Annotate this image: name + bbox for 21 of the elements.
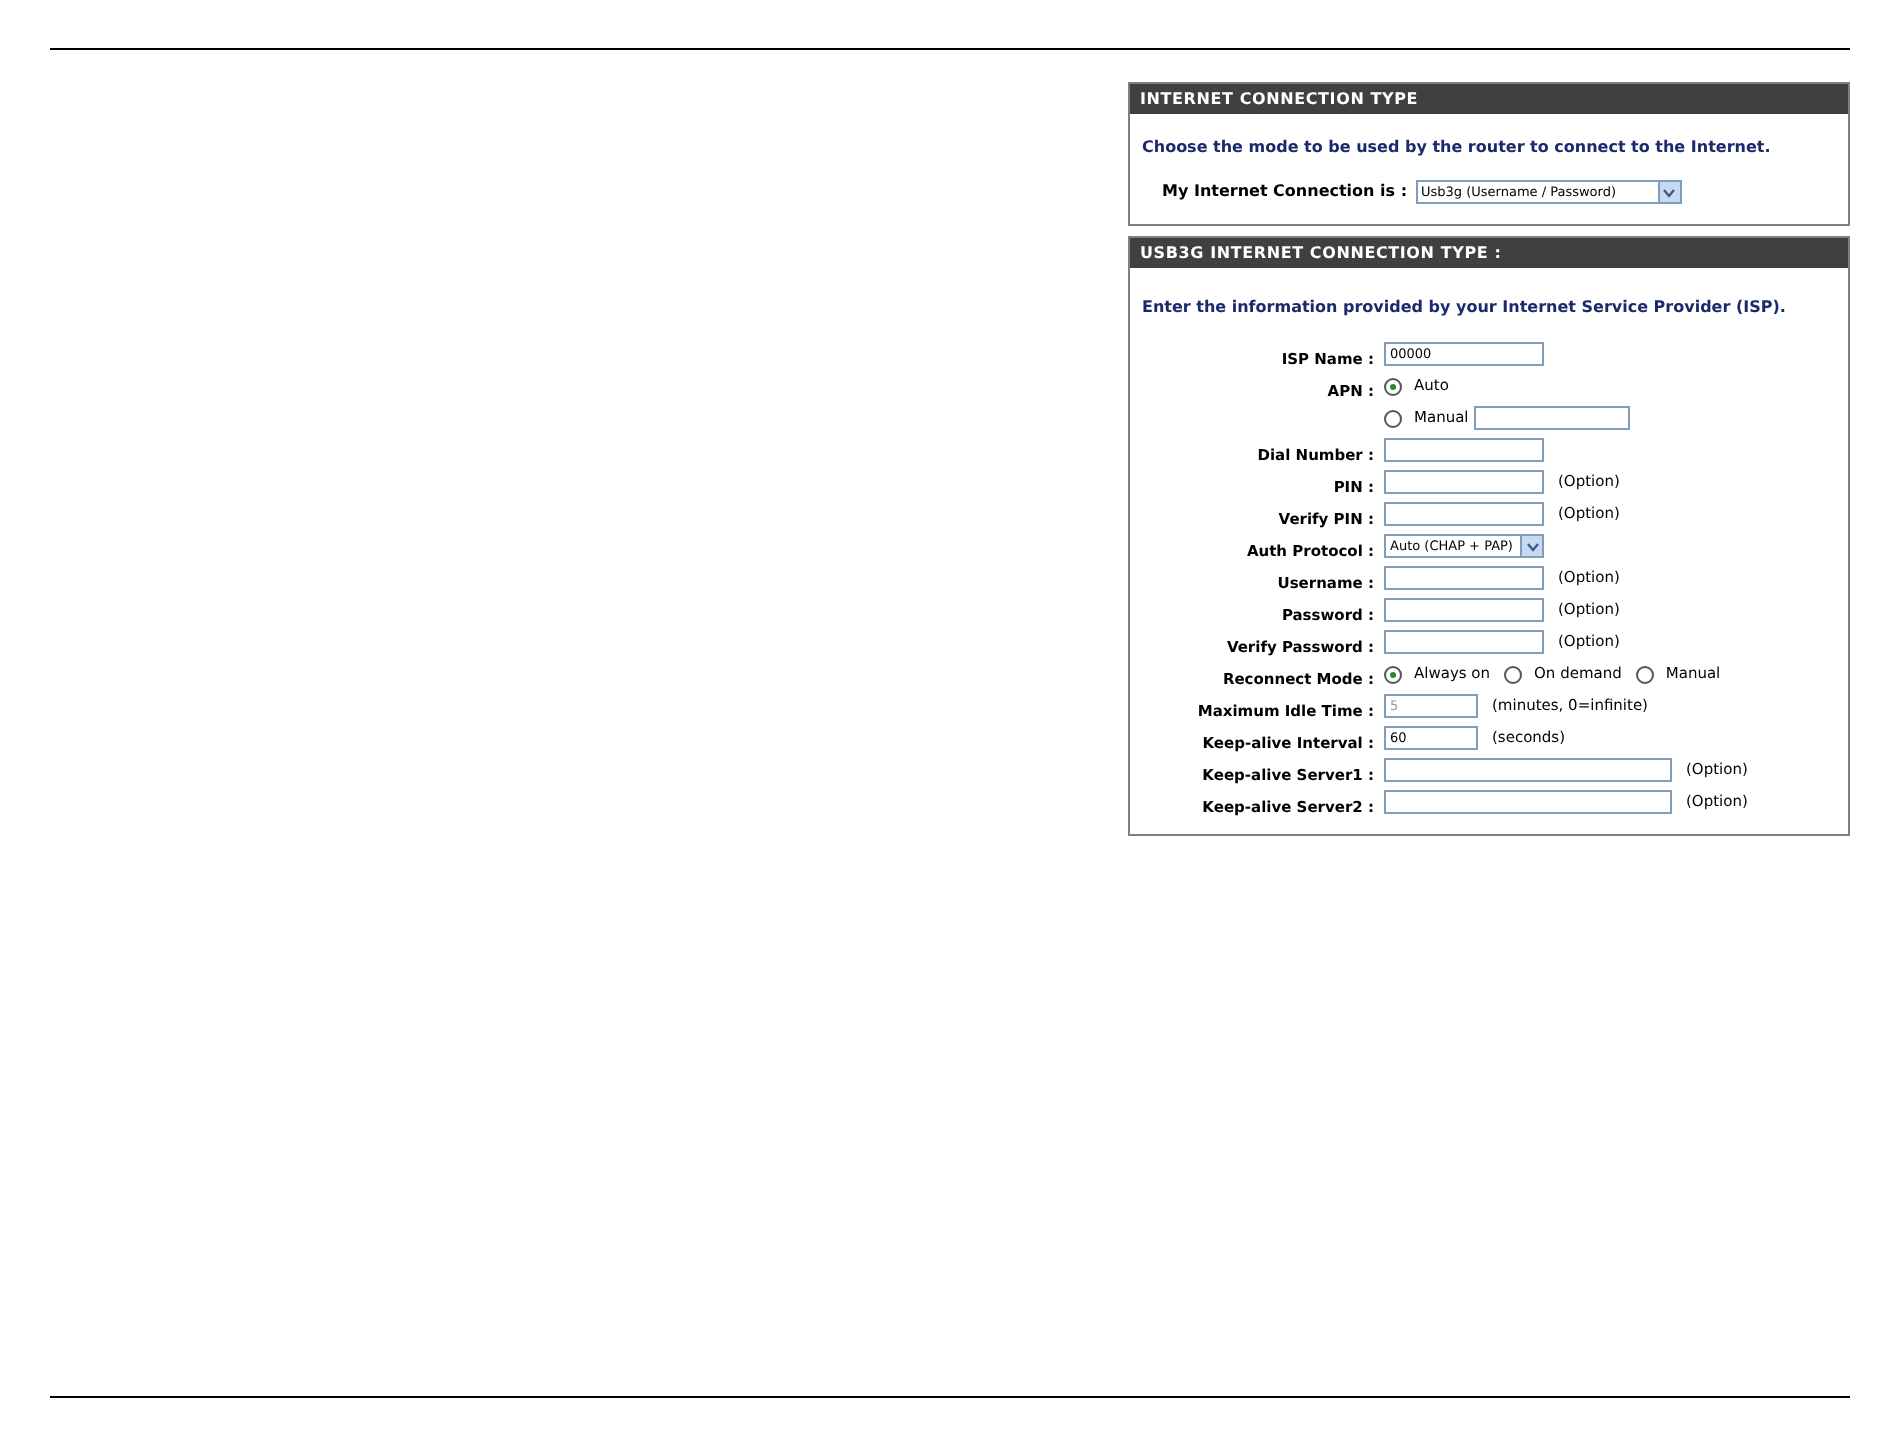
- radio-button[interactable]: [1384, 377, 1402, 395]
- dropdown-arrow-icon[interactable]: [1657, 182, 1680, 202]
- text-field[interactable]: [1384, 790, 1672, 814]
- section-title: INTERNET CONNECTION TYPE: [1130, 84, 1848, 114]
- text-field[interactable]: [1384, 566, 1544, 590]
- text-field[interactable]: [1384, 438, 1544, 462]
- text-field[interactable]: [1384, 502, 1544, 526]
- text-field[interactable]: [1384, 758, 1672, 782]
- description: Enter the information provided by your Internet Service Provider (ISP).: [1142, 296, 1788, 320]
- radio-button[interactable]: [1384, 409, 1402, 427]
- text-field[interactable]: [1384, 470, 1544, 494]
- radio-button[interactable]: [1384, 665, 1402, 683]
- description: Choose the mode to be used by the router to connect to the Internet.: [1142, 136, 1773, 160]
- radio-button[interactable]: [1504, 665, 1523, 683]
- text-field[interactable]: [1384, 630, 1544, 654]
- section-title: USB3G INTERNET CONNECTION TYPE :: [1130, 238, 1848, 268]
- text-field[interactable]: [1474, 406, 1631, 430]
- field-label: My Internet Connection is :: [1162, 180, 1408, 204]
- text-field[interactable]: [1384, 598, 1544, 622]
- dropdown-arrow-icon[interactable]: [1520, 536, 1542, 556]
- radio-button[interactable]: [1635, 665, 1654, 683]
